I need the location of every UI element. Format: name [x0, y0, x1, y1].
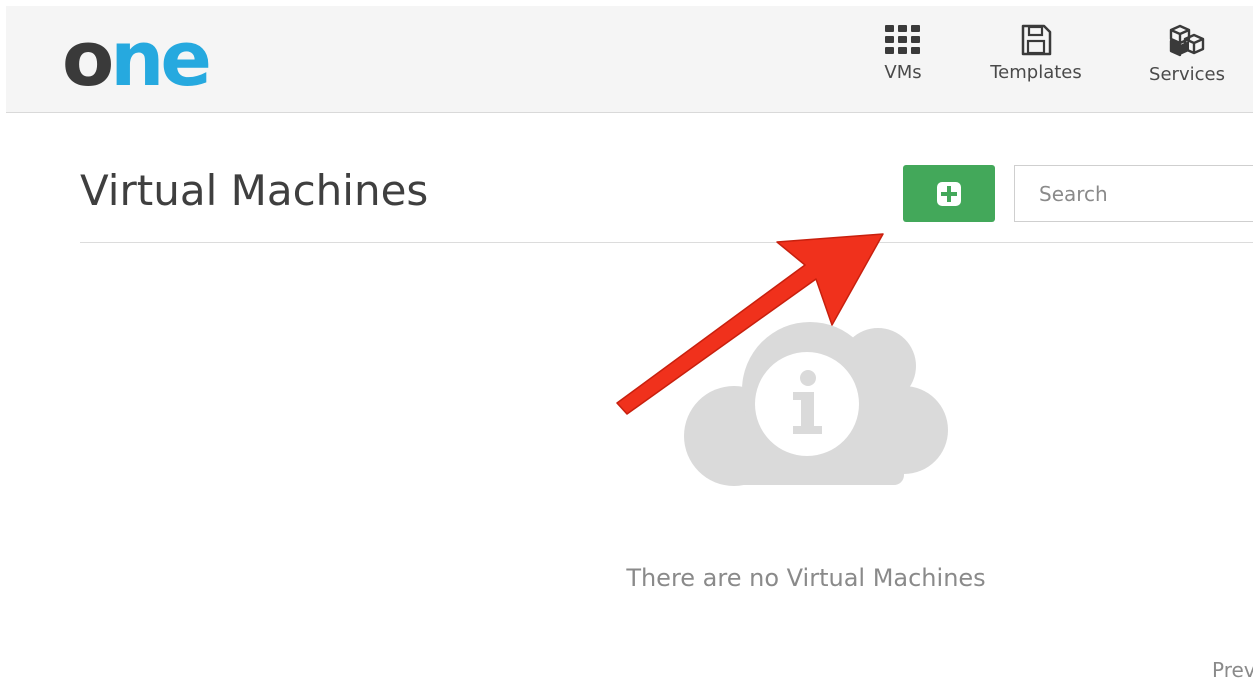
nav-label-services: Services	[1149, 64, 1225, 85]
empty-state-message: There are no Virtual Machines	[626, 564, 986, 592]
nav-label-vms: VMs	[884, 62, 922, 83]
nav-item-services[interactable]: Services	[1139, 24, 1235, 85]
one-logo[interactable]: one	[62, 14, 212, 104]
nav-item-templates[interactable]: Templates	[984, 24, 1088, 83]
grid-icon	[885, 25, 920, 54]
cubes-icon	[1169, 24, 1205, 57]
add-button[interactable]	[903, 165, 995, 222]
nav-item-vms[interactable]: VMs	[872, 24, 934, 83]
pagination-prev[interactable]: Prev	[1212, 658, 1253, 682]
search-input[interactable]	[1014, 165, 1253, 222]
top-navbar: one VMs Templates Services	[6, 6, 1253, 113]
cloud-info-icon	[684, 322, 948, 486]
save-icon	[1021, 24, 1052, 56]
plus-square-icon	[937, 181, 961, 206]
page-title: Virtual Machines	[80, 166, 429, 215]
nav-label-templates: Templates	[990, 62, 1082, 83]
title-divider	[80, 242, 1253, 243]
